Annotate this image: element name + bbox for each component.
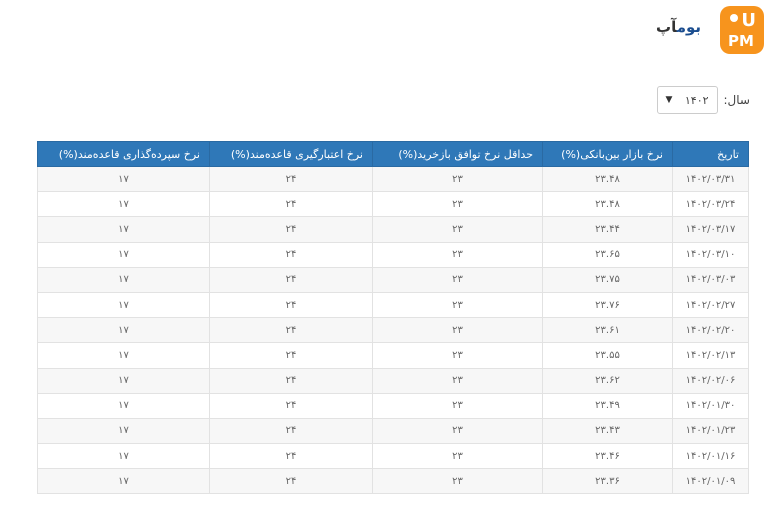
header-repo: حداقل نرخ توافق بازخرید(%): [372, 141, 543, 167]
cell-repo: ۲۳: [372, 392, 543, 419]
table-row: ۱۴۰۲/۰۳/۳۱ ۲۳.۴۸ ۲۳ ۲۴ ۱۷: [37, 165, 749, 193]
cell-repo: ۲۳: [372, 216, 543, 243]
cell-credit: ۲۴: [209, 342, 373, 369]
site-logo[interactable]: بومآپ U PM: [656, 6, 766, 54]
table-row: ۱۴۰۲/۰۲/۱۳ ۲۳.۵۵ ۲۳ ۲۴ ۱۷: [37, 342, 749, 369]
cell-date: ۱۴۰۲/۰۱/۰۹: [672, 468, 749, 495]
cell-date: ۱۴۰۲/۰۱/۲۳: [672, 417, 749, 445]
cell-interbank: ۲۳.۴۶: [542, 443, 673, 470]
cell-credit: ۲۴: [209, 241, 373, 268]
cell-credit: ۲۴: [209, 468, 373, 495]
table-row: ۱۴۰۲/۰۳/۰۳ ۲۳.۷۵ ۲۳ ۲۴ ۱۷: [37, 266, 749, 293]
table-row: ۱۴۰۲/۰۲/۲۷ ۲۳.۷۶ ۲۳ ۲۴ ۱۷: [37, 291, 749, 319]
cell-repo: ۲۳: [372, 317, 543, 344]
cell-deposit: ۱۷: [37, 317, 210, 344]
table-body: ۱۴۰۲/۰۳/۳۱ ۲۳.۴۸ ۲۳ ۲۴ ۱۷ ۱۴۰۲/۰۳/۲۴ ۲۳.۴۸ ۲۳ ۲۴…: [37, 165, 749, 495]
logo-badge-top: U: [741, 10, 756, 31]
cell-interbank: ۲۳.۴۹: [542, 392, 673, 419]
cell-date: ۱۴۰۲/۰۲/۰۶: [672, 367, 749, 394]
cell-deposit: ۱۷: [37, 241, 210, 268]
table-row: ۱۴۰۲/۰۲/۲۰ ۲۳.۶۱ ۲۳ ۲۴ ۱۷: [37, 317, 749, 344]
cell-credit: ۲۴: [209, 443, 373, 470]
cell-interbank: ۲۳.۶۵: [542, 241, 673, 268]
table-header-row: تاریخ نرخ بازار بین‌بانکی(%) حداقل نرخ ت…: [37, 141, 749, 167]
logo-badge-icon: U PM: [720, 6, 764, 54]
cell-date: ۱۴۰۲/۰۳/۱۷: [672, 216, 749, 243]
table-row: ۱۴۰۲/۰۱/۲۳ ۲۳.۴۳ ۲۳ ۲۴ ۱۷: [37, 417, 749, 445]
logo-badge-bottom: PM: [728, 32, 754, 50]
cell-interbank: ۲۳.۷۵: [542, 266, 673, 293]
header-date: تاریخ: [672, 141, 749, 167]
cell-repo: ۲۳: [372, 443, 543, 470]
cell-credit: ۲۴: [209, 266, 373, 293]
year-selected-value: ۱۴۰۲: [684, 93, 709, 107]
cell-interbank: ۲۳.۴۸: [542, 191, 673, 218]
cell-interbank: ۲۳.۶۲: [542, 367, 673, 394]
cell-date: ۱۴۰۲/۰۱/۳۰: [672, 392, 749, 419]
logo-text-main: بوم: [676, 18, 702, 36]
cell-credit: ۲۴: [209, 417, 373, 445]
cell-date: ۱۴۰۲/۰۳/۱۰: [672, 241, 749, 268]
cell-credit: ۲۴: [209, 291, 373, 319]
header-interbank: نرخ بازار بین‌بانکی(%): [542, 141, 673, 167]
cell-repo: ۲۳: [372, 417, 543, 445]
table-row: ۱۴۰۲/۰۱/۳۰ ۲۳.۴۹ ۲۳ ۲۴ ۱۷: [37, 392, 749, 419]
table-row: ۱۴۰۲/۰۱/۱۶ ۲۳.۴۶ ۲۳ ۲۴ ۱۷: [37, 443, 749, 470]
cell-repo: ۲۳: [372, 191, 543, 218]
cell-interbank: ۲۳.۴۴: [542, 216, 673, 243]
cell-deposit: ۱۷: [37, 165, 210, 193]
year-label: سال:: [723, 93, 750, 107]
cell-interbank: ۲۳.۳۶: [542, 468, 673, 495]
cell-deposit: ۱۷: [37, 266, 210, 293]
table-row: ۱۴۰۲/۰۲/۰۶ ۲۳.۶۲ ۲۳ ۲۴ ۱۷: [37, 367, 749, 394]
cell-date: ۱۴۰۲/۰۳/۳۱: [672, 165, 749, 193]
cell-credit: ۲۴: [209, 367, 373, 394]
cell-credit: ۲۴: [209, 165, 373, 193]
cell-interbank: ۲۳.۶۱: [542, 317, 673, 344]
cell-deposit: ۱۷: [37, 443, 210, 470]
cell-deposit: ۱۷: [37, 392, 210, 419]
cell-date: ۱۴۰۲/۰۲/۲۷: [672, 291, 749, 319]
cell-repo: ۲۳: [372, 165, 543, 193]
header-deposit: نرخ سپرده‌گذاری قاعده‌مند(%): [37, 141, 210, 167]
cell-deposit: ۱۷: [37, 417, 210, 445]
cell-repo: ۲۳: [372, 342, 543, 369]
cell-repo: ۲۳: [372, 468, 543, 495]
year-filter: سال: ۱۴۰۲ ▼: [656, 86, 750, 114]
table-row: ۱۴۰۲/۰۳/۲۴ ۲۳.۴۸ ۲۳ ۲۴ ۱۷: [37, 191, 749, 218]
cell-credit: ۲۴: [209, 191, 373, 218]
cell-deposit: ۱۷: [37, 342, 210, 369]
cell-deposit: ۱۷: [37, 216, 210, 243]
cell-date: ۱۴۰۲/۰۳/۰۳: [672, 266, 749, 293]
cell-repo: ۲۳: [372, 291, 543, 319]
logo-text-brand: آپ: [656, 18, 677, 36]
table-row: ۱۴۰۲/۰۱/۰۹ ۲۳.۳۶ ۲۳ ۲۴ ۱۷: [37, 468, 749, 495]
cell-date: ۱۴۰۲/۰۲/۱۳: [672, 342, 749, 369]
cell-deposit: ۱۷: [37, 367, 210, 394]
table-row: ۱۴۰۲/۰۳/۱۰ ۲۳.۶۵ ۲۳ ۲۴ ۱۷: [37, 241, 749, 268]
cell-interbank: ۲۳.۴۳: [542, 417, 673, 445]
logo-wordmark: بومآپ: [656, 18, 702, 36]
table-row: ۱۴۰۲/۰۳/۱۷ ۲۳.۴۴ ۲۳ ۲۴ ۱۷: [37, 216, 749, 243]
cell-interbank: ۲۳.۷۶: [542, 291, 673, 319]
logo-dot: [730, 14, 738, 22]
cell-date: ۱۴۰۲/۰۳/۲۴: [672, 191, 749, 218]
cell-interbank: ۲۳.۴۸: [542, 165, 673, 193]
cell-date: ۱۴۰۲/۰۱/۱۶: [672, 443, 749, 470]
cell-credit: ۲۴: [209, 392, 373, 419]
rates-table: تاریخ نرخ بازار بین‌بانکی(%) حداقل نرخ ت…: [37, 141, 749, 495]
cell-credit: ۲۴: [209, 216, 373, 243]
chevron-down-icon: ▼: [665, 95, 673, 105]
cell-repo: ۲۳: [372, 367, 543, 394]
cell-credit: ۲۴: [209, 317, 373, 344]
cell-interbank: ۲۳.۵۵: [542, 342, 673, 369]
cell-repo: ۲۳: [372, 266, 543, 293]
cell-deposit: ۱۷: [37, 191, 210, 218]
cell-deposit: ۱۷: [37, 291, 210, 319]
cell-repo: ۲۳: [372, 241, 543, 268]
header-credit: نرخ اعتبارگیری قاعده‌مند(%): [209, 141, 373, 167]
cell-date: ۱۴۰۲/۰۲/۲۰: [672, 317, 749, 344]
year-select[interactable]: ۱۴۰۲ ▼: [656, 86, 718, 114]
cell-deposit: ۱۷: [37, 468, 210, 495]
